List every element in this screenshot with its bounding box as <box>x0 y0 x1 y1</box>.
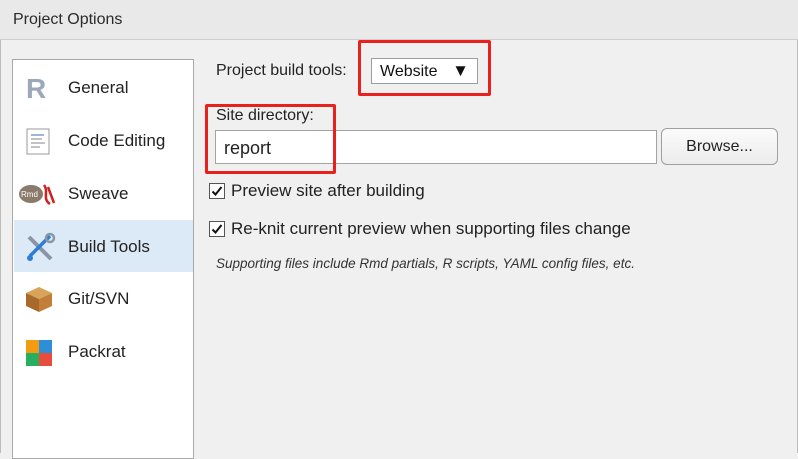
annotation-highlight-build-tools <box>358 40 491 96</box>
sweave-pdf-icon: Rmd <box>18 179 58 209</box>
svg-text:Rmd: Rmd <box>21 190 38 199</box>
reknit-checkbox[interactable] <box>209 221 225 237</box>
options-sidebar: R General Code Editing Rmd Sweave Build … <box>12 59 194 459</box>
sidebar-item-code-editing[interactable]: Code Editing <box>14 115 193 167</box>
sidebar-item-label: Code Editing <box>68 131 166 150</box>
sidebar-item-git-svn[interactable]: Git/SVN <box>14 273 193 325</box>
preview-site-checkbox[interactable] <box>209 183 225 199</box>
sidebar-item-build-tools[interactable]: Build Tools <box>14 220 193 272</box>
build-tools-icon <box>24 232 56 262</box>
title-bar: Project Options <box>0 0 798 40</box>
sidebar-item-label: General <box>68 78 129 97</box>
sidebar-item-label: Packrat <box>68 342 126 361</box>
sidebar-item-packrat[interactable]: Packrat <box>14 326 193 378</box>
sidebar-item-general[interactable]: R General <box>14 62 193 114</box>
checkmark-icon <box>211 224 223 234</box>
preview-site-option: Preview site after building <box>209 180 425 202</box>
window-border <box>0 0 1 453</box>
preview-site-label: Preview site after building <box>231 181 425 200</box>
browse-button[interactable]: Browse... <box>661 128 778 165</box>
supporting-files-note: Supporting files include Rmd partials, R… <box>216 256 635 271</box>
reknit-label: Re-knit current preview when supporting … <box>231 219 631 238</box>
sidebar-item-sweave[interactable]: Rmd Sweave <box>14 168 193 220</box>
git-box-icon <box>24 284 54 314</box>
packrat-icon <box>24 338 54 368</box>
svg-text:R: R <box>26 73 46 103</box>
sidebar-item-label: Sweave <box>68 184 129 203</box>
project-build-tools-label: Project build tools: <box>216 62 347 79</box>
code-document-icon <box>24 126 54 156</box>
annotation-highlight-site-directory <box>205 104 336 174</box>
reknit-option: Re-knit current preview when supporting … <box>209 218 631 240</box>
r-logo-icon: R <box>24 73 54 104</box>
sidebar-item-label: Build Tools <box>68 237 150 256</box>
checkmark-icon <box>211 186 223 196</box>
sidebar-item-label: Git/SVN <box>68 289 130 308</box>
window-title: Project Options <box>13 11 123 28</box>
